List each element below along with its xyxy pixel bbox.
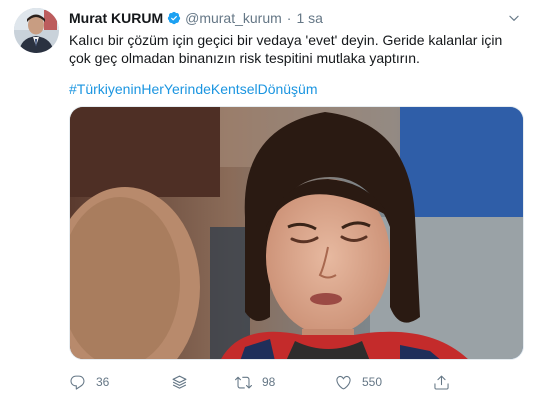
tweet-media-image[interactable] bbox=[69, 106, 524, 360]
like-button[interactable]: 550 bbox=[335, 371, 382, 393]
reply-button[interactable]: 36 bbox=[69, 371, 109, 393]
hashtag-link[interactable]: #TürkiyeninHerYerindeKentselDönüşüm bbox=[69, 80, 318, 98]
separator-dot: · bbox=[286, 10, 292, 26]
stack-icon bbox=[172, 375, 187, 389]
author-name[interactable]: Murat KURUM bbox=[69, 10, 163, 26]
share-button[interactable] bbox=[433, 371, 450, 393]
author-handle[interactable]: @murat_kurum bbox=[185, 10, 282, 26]
share-icon bbox=[434, 375, 449, 390]
reply-count: 36 bbox=[96, 375, 110, 389]
avatar[interactable] bbox=[14, 8, 59, 53]
stack-button[interactable] bbox=[171, 371, 188, 393]
retweet-count: 98 bbox=[262, 375, 276, 389]
tweet-text: Kalıcı bir çözüm için geçici bir vedaya … bbox=[69, 32, 503, 66]
like-count: 550 bbox=[362, 375, 383, 389]
tweet-card[interactable]: Murat KURUM @murat_kurum · 1 sa Kalıcı b… bbox=[0, 0, 535, 403]
verified-badge-icon bbox=[167, 11, 181, 25]
retweet-button[interactable]: 98 bbox=[235, 371, 275, 393]
tweet-actions: 36 98 550 bbox=[69, 371, 524, 393]
tweet-header: Murat KURUM @murat_kurum · 1 sa bbox=[69, 9, 521, 27]
reply-icon bbox=[70, 375, 85, 390]
tweet-timestamp[interactable]: 1 sa bbox=[296, 10, 322, 26]
like-icon bbox=[336, 375, 351, 389]
retweet-icon bbox=[235, 376, 252, 388]
chevron-down-icon[interactable] bbox=[507, 11, 521, 25]
